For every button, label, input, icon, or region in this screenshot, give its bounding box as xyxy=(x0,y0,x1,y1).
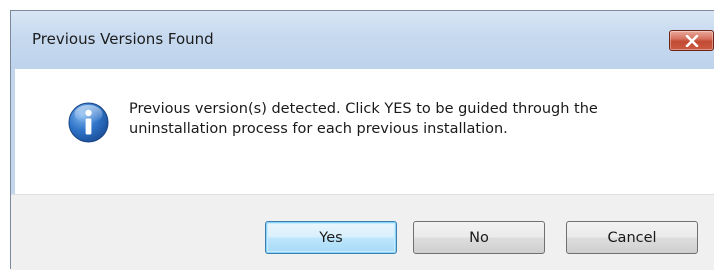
cancel-button[interactable]: Cancel xyxy=(566,221,698,254)
window-title: Previous Versions Found xyxy=(32,30,214,48)
message-text: Previous version(s) detected. Click YES … xyxy=(129,99,689,139)
dialog-window: Previous Versions Found Previous version… xyxy=(10,10,714,270)
title-bar[interactable]: Previous Versions Found xyxy=(11,11,714,69)
message-line-1: Previous version(s) detected. Click YES … xyxy=(129,101,598,117)
message-line-2: uninstallation process for each previous… xyxy=(129,121,508,137)
button-bar: Yes No Cancel xyxy=(11,194,714,270)
yes-button[interactable]: Yes xyxy=(265,221,397,254)
no-button[interactable]: No xyxy=(413,221,545,254)
close-icon xyxy=(685,35,699,47)
dialog-content: Previous version(s) detected. Click YES … xyxy=(11,69,714,194)
close-button[interactable] xyxy=(669,30,714,51)
information-icon xyxy=(68,102,109,143)
